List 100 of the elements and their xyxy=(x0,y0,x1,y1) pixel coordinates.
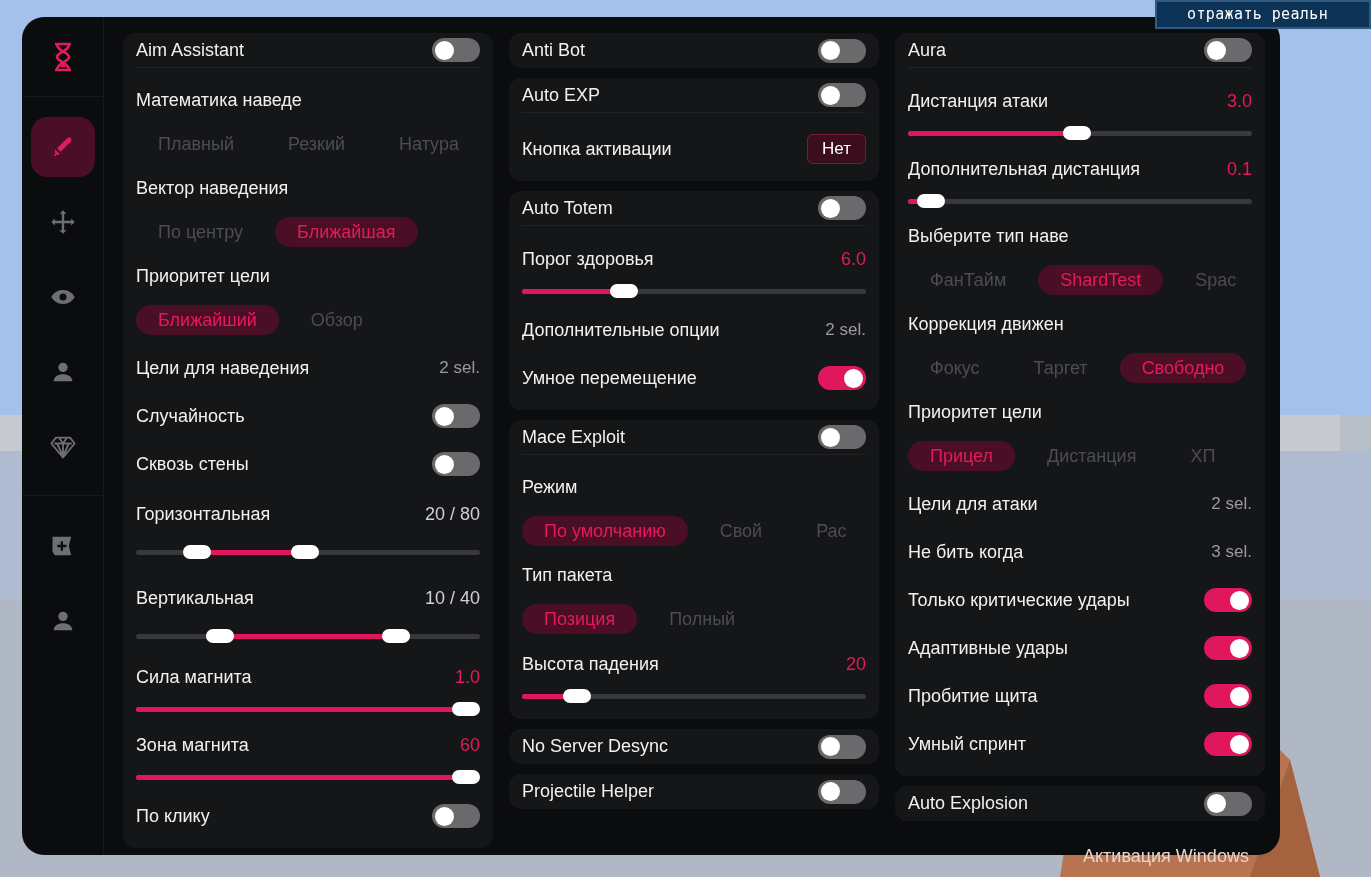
setting-label: Не бить когда xyxy=(908,540,1024,564)
selection-count[interactable]: 2 sel. xyxy=(439,355,480,381)
setting-label: Адаптивные удары xyxy=(908,636,1068,660)
option-chip[interactable]: Ближайшая xyxy=(275,217,418,247)
module-name: Projectile Helper xyxy=(522,780,655,803)
setting-label: Высота падения xyxy=(522,652,659,676)
setting-label: Порог здоровья xyxy=(522,247,654,271)
option-chip[interactable]: Ближайший xyxy=(136,305,279,335)
setting-label: Приоритет цели xyxy=(136,264,270,288)
setting-label: Дополнительные опции xyxy=(522,318,720,342)
toggle-switch[interactable] xyxy=(1204,588,1252,612)
toggle-switch[interactable] xyxy=(818,734,866,759)
option-chip[interactable]: По центру xyxy=(136,217,266,247)
option-chip[interactable]: ХП xyxy=(1168,441,1238,471)
selection-count[interactable]: 2 sel. xyxy=(825,317,866,343)
module-name: Aim Assistant xyxy=(136,38,245,62)
setting-label: Дистанция атаки xyxy=(908,89,1048,113)
chat-message: отражать реальн xyxy=(1187,4,1329,26)
slider-thumb[interactable] xyxy=(205,629,234,643)
toggle-switch[interactable] xyxy=(1204,791,1252,816)
setting-label: По клику xyxy=(136,804,210,828)
toggle-switch[interactable] xyxy=(1204,732,1252,756)
module-name: Auto Explosion xyxy=(908,792,1029,815)
setting-label: Пробитие щита xyxy=(908,684,1038,708)
option-chip[interactable]: Натура xyxy=(377,129,481,159)
sidebar-tab[interactable] xyxy=(30,117,95,177)
setting-label: Зона магнита xyxy=(136,733,249,757)
module-name: Auto Totem xyxy=(522,196,613,220)
setting-label: Дополнительная дистанция xyxy=(908,157,1140,181)
toggle-switch[interactable] xyxy=(1204,636,1252,660)
option-chip[interactable]: Позиция xyxy=(522,604,638,634)
option-chip[interactable]: Плавный xyxy=(136,129,256,159)
option-chip[interactable]: По умолчанию xyxy=(522,516,688,546)
toggle-switch[interactable] xyxy=(432,804,480,828)
slider-thumb[interactable] xyxy=(452,702,480,716)
setting-label: Сквозь стены xyxy=(136,452,249,476)
toggle-switch[interactable] xyxy=(1204,38,1252,62)
setting-label: Приоритет цели xyxy=(908,400,1042,424)
toggle-switch[interactable] xyxy=(818,38,866,63)
setting-label: Умное перемещение xyxy=(522,366,697,390)
slider-thumb[interactable] xyxy=(917,194,946,208)
module-name: Mace Exploit xyxy=(522,425,626,449)
module-name: No Server Desync xyxy=(522,735,669,758)
bind-button[interactable]: Нет xyxy=(807,134,866,164)
option-chip[interactable]: Свободно xyxy=(1119,353,1247,383)
module-name: Anti Bot xyxy=(522,39,586,62)
toggle-switch[interactable] xyxy=(818,83,866,107)
selection-count[interactable]: 3 sel. xyxy=(1211,539,1252,565)
option-chip[interactable]: Рас xyxy=(794,516,869,546)
slider-thumb[interactable] xyxy=(610,284,639,298)
option-chip[interactable]: Прицел xyxy=(908,441,1016,471)
hourglass-icon xyxy=(52,41,73,72)
toggle-switch[interactable] xyxy=(818,366,866,390)
option-chip[interactable]: Дистанция xyxy=(1025,441,1159,471)
setting-label: Вектор наведения xyxy=(136,176,289,200)
option-chip[interactable]: ShardTest xyxy=(1038,265,1164,295)
toggle-switch[interactable] xyxy=(432,38,480,62)
toggle-switch[interactable] xyxy=(818,425,866,449)
slider-value: 6.0 xyxy=(840,247,866,271)
option-chip[interactable]: Таргет xyxy=(1011,353,1110,383)
slider-thumb[interactable] xyxy=(183,545,212,559)
setting-label: Горизонтальная xyxy=(136,502,271,526)
option-chip[interactable]: Полный xyxy=(647,604,758,634)
setting-label: Умный спринт xyxy=(908,732,1026,756)
slider-thumb[interactable] xyxy=(290,545,319,559)
toggle-switch[interactable] xyxy=(432,452,480,476)
slider-value: 3.0 xyxy=(1226,89,1252,113)
toggle-switch[interactable] xyxy=(818,196,866,220)
setting-label: Цели для наведения xyxy=(136,356,310,380)
setting-label: Сила магнита xyxy=(136,665,252,689)
setting-label: Тип пакета xyxy=(522,563,613,587)
slider-value: 1.0 xyxy=(454,665,480,689)
option-chip[interactable]: Фокус xyxy=(908,353,1002,383)
option-chip[interactable]: Резкий xyxy=(265,129,368,159)
slider-value: 20 / 80 xyxy=(424,502,480,526)
option-chip[interactable]: Spac xyxy=(1173,265,1259,295)
slider-thumb[interactable] xyxy=(452,770,480,784)
setting-label: Вертикальная xyxy=(136,586,254,610)
setting-label: Случайность xyxy=(136,404,245,428)
slider-value: 20 xyxy=(845,652,866,676)
module-name: Auto EXP xyxy=(522,83,601,107)
slider-thumb[interactable] xyxy=(1062,126,1091,140)
setting-label: Математика наведе xyxy=(136,88,302,112)
setting-label: Коррекция движен xyxy=(908,312,1064,336)
option-chip[interactable]: Свой xyxy=(697,516,785,546)
slider-thumb[interactable] xyxy=(563,689,592,703)
setting-label: Цели для атаки xyxy=(908,492,1038,516)
toggle-switch[interactable] xyxy=(432,404,480,428)
module-name: Aura xyxy=(908,38,947,62)
option-chip[interactable]: ФанТайм xyxy=(908,265,1029,295)
slider-thumb[interactable] xyxy=(382,629,411,643)
slider-value: 10 / 40 xyxy=(424,586,480,610)
setting-label: Режим xyxy=(522,475,578,499)
slider-value: 60 xyxy=(459,733,480,757)
toggle-switch[interactable] xyxy=(1204,684,1252,708)
setting-label: Кнопка активации xyxy=(522,137,672,161)
option-chip[interactable]: Обзор xyxy=(288,305,385,335)
toggle-switch[interactable] xyxy=(818,779,866,804)
setting-label: Только критические удары xyxy=(908,588,1130,612)
selection-count[interactable]: 2 sel. xyxy=(1211,491,1252,517)
